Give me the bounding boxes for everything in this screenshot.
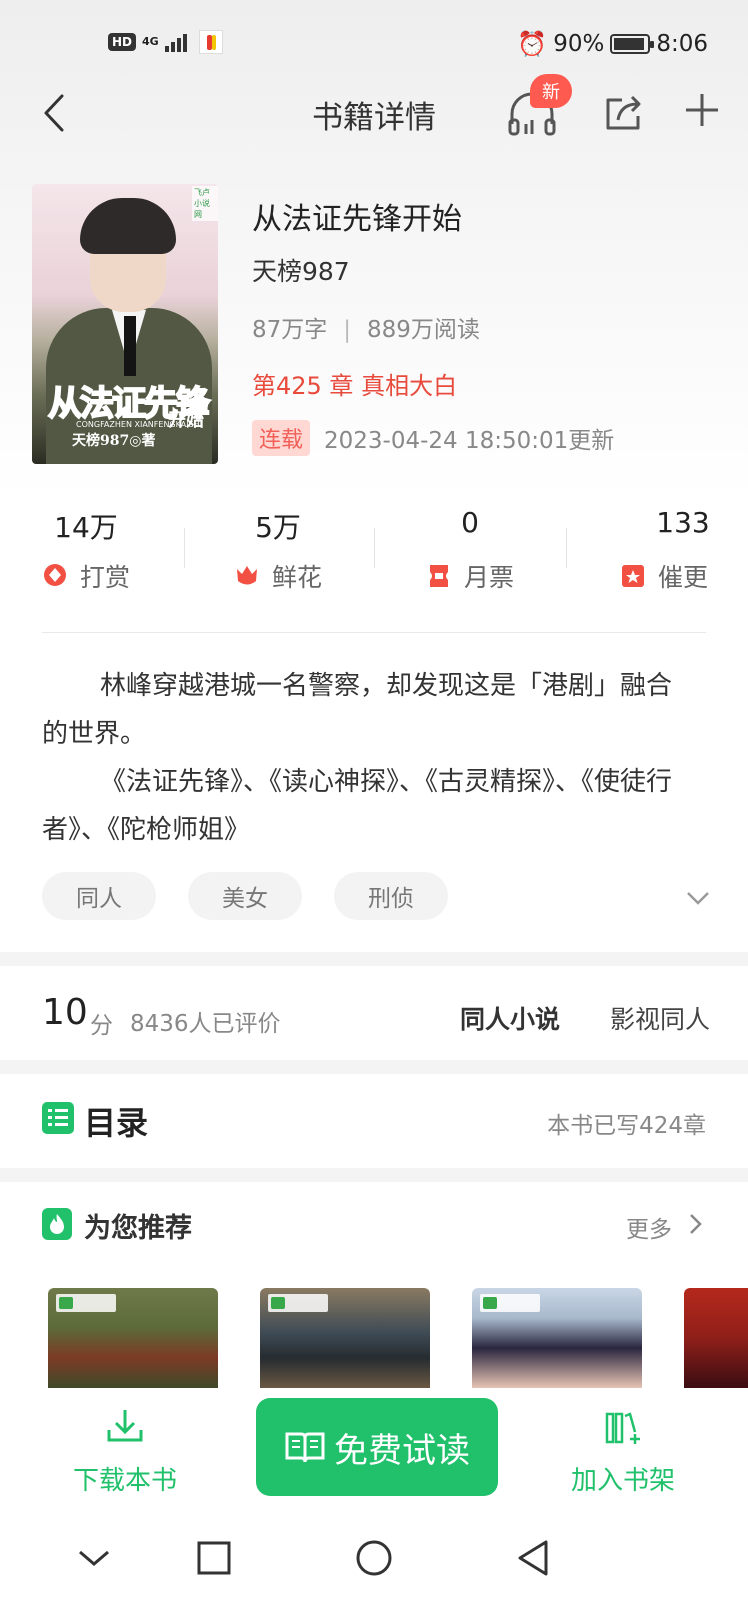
tag-item[interactable]: 同人 xyxy=(42,872,156,920)
word-count: 87万字 xyxy=(252,317,328,343)
status-bar: HD 4G ⏰ 90% 8:06 xyxy=(0,22,748,66)
signal-icon xyxy=(164,32,187,52)
section-divider xyxy=(0,952,748,966)
latest-chapter-link[interactable]: 第425 章 真相大白 xyxy=(252,366,457,401)
publisher-logo xyxy=(56,1294,116,1312)
tag-item[interactable]: 美女 xyxy=(188,872,302,920)
book-open-icon xyxy=(285,1432,325,1463)
publisher-logo xyxy=(480,1294,540,1312)
list-icon xyxy=(42,1102,74,1134)
app-header: 书籍详情 新 xyxy=(0,74,748,148)
publisher-logo xyxy=(268,1294,328,1312)
stat-value: 0 xyxy=(461,506,479,539)
nav-recents-icon[interactable] xyxy=(192,1536,236,1580)
reward-icon xyxy=(43,564,66,586)
expand-button[interactable] xyxy=(684,888,712,908)
new-badge: 新 xyxy=(530,74,572,108)
category-link[interactable]: 同人小说 xyxy=(460,1000,560,1036)
stats-row: 14万 打赏 5万 鲜花 0 月票 133 催更 xyxy=(0,506,748,606)
flower-icon xyxy=(236,566,257,585)
stat-label: 催更 xyxy=(657,563,708,592)
more-link[interactable]: 更多 xyxy=(626,1210,672,1244)
category-link[interactable]: 影视同人 xyxy=(610,1000,710,1036)
book-stats: 87万字 | 889万阅读 xyxy=(252,310,480,344)
battery-icon xyxy=(610,34,655,54)
chevron-right-icon[interactable] xyxy=(688,1210,704,1238)
synopsis-paragraph: 林峰穿越港城一名警察，却发现这是「港剧」融合的世界。 xyxy=(42,671,673,749)
book-title: 从法证先锋开始 xyxy=(252,202,462,237)
add-shelf-button[interactable]: 加入书架 xyxy=(560,1406,686,1506)
update-info: 连载 2023-04-24 18:50:01更新 xyxy=(252,420,614,456)
stat-urge[interactable]: 133 催更 xyxy=(594,506,734,594)
app-notification-icon xyxy=(198,30,223,54)
recommended-book[interactable] xyxy=(260,1288,430,1388)
catalog-title: 目录 xyxy=(84,1104,149,1142)
stat-flower[interactable]: 5万 鲜花 xyxy=(208,506,348,594)
stats-separator: | xyxy=(343,317,352,343)
add-shelf-label: 加入书架 xyxy=(570,1466,675,1496)
section-divider xyxy=(0,1060,748,1074)
stat-label: 打赏 xyxy=(79,563,130,592)
urge-icon xyxy=(621,565,644,587)
free-read-button[interactable]: 免费试读 xyxy=(256,1398,498,1496)
download-icon xyxy=(107,1410,143,1442)
chevron-down-icon xyxy=(687,892,709,905)
synopsis[interactable]: 林峰穿越港城一名警察，却发现这是「港剧」融合的世界。 《法证先锋》、《读心神探》… xyxy=(42,662,682,854)
book-author[interactable]: 天榜987 xyxy=(252,252,350,288)
stat-reward[interactable]: 14万 打赏 xyxy=(16,506,156,594)
divider xyxy=(42,632,706,633)
rating-unit: 分 xyxy=(90,1013,113,1039)
tag-list: 同人 美女 刑侦 xyxy=(42,872,448,920)
alarm-icon: ⏰ xyxy=(517,30,548,58)
section-divider xyxy=(0,1168,748,1182)
flame-icon xyxy=(42,1208,72,1240)
battery-percent: 90% xyxy=(553,31,605,57)
download-label: 下载本书 xyxy=(72,1466,177,1496)
nav-home-icon[interactable] xyxy=(352,1536,396,1580)
catalog-row[interactable]: 目录 本书已写424章 xyxy=(0,1076,748,1168)
download-button[interactable]: 下载本书 xyxy=(62,1406,188,1506)
stat-value: 14万 xyxy=(54,511,118,544)
stat-value: 133 xyxy=(656,506,710,539)
recommend-title: 为您推荐 xyxy=(84,1213,192,1244)
read-count: 889万阅读 xyxy=(367,317,480,343)
rating-count[interactable]: 8436人已评价 xyxy=(130,1004,281,1038)
rating-score: 10 xyxy=(42,992,88,1033)
nav-hide-icon[interactable] xyxy=(72,1536,116,1580)
network-type: 4G xyxy=(142,35,159,48)
clock: 8:06 xyxy=(656,31,708,57)
cover-author: 天榜987◎著 xyxy=(72,433,156,449)
add-button[interactable] xyxy=(682,90,722,130)
ticket-icon xyxy=(429,565,448,587)
rating-row: 10 分 8436人已评价 同人小说 影视同人 xyxy=(0,980,748,1056)
bookshelf-add-icon xyxy=(605,1412,640,1444)
recommended-book[interactable] xyxy=(472,1288,642,1388)
status-badge: 连载 xyxy=(252,420,311,456)
cover-pinyin: CONGFAZHEN XIANFENGKAISHI xyxy=(76,420,203,429)
free-read-label: 免费试读 xyxy=(334,1430,470,1471)
recommend-header: 为您推荐 更多 xyxy=(0,1196,748,1252)
synopsis-paragraph: 《法证先锋》、《读心神探》、《古灵精探》、《使徒行者》、《陀枪师姐》 xyxy=(42,767,673,845)
recommended-book[interactable] xyxy=(684,1288,748,1388)
publisher-logo: 飞卢小说网 xyxy=(192,186,218,221)
stat-label: 鲜花 xyxy=(271,563,322,592)
chapter-count: 本书已写424章 xyxy=(547,1113,706,1139)
system-nav-bar xyxy=(0,1526,748,1600)
bottom-action-bar: 下载本书 免费试读 加入书架 xyxy=(0,1388,748,1522)
hd-badge: HD xyxy=(108,33,137,51)
tag-item[interactable]: 刑侦 xyxy=(334,872,448,920)
plus-icon xyxy=(686,94,718,126)
update-time: 2023-04-24 18:50:01更新 xyxy=(324,428,615,454)
share-button[interactable] xyxy=(604,92,644,132)
share-icon xyxy=(606,95,641,130)
stat-ticket[interactable]: 0 月票 xyxy=(400,506,540,594)
stat-label: 月票 xyxy=(463,563,514,592)
book-cover[interactable]: 飞卢小说网 从法证先锋 开始 CONGFAZHEN XIANFENGKAISHI… xyxy=(32,184,218,464)
nav-back-icon[interactable] xyxy=(512,1536,556,1580)
stat-value: 5万 xyxy=(255,511,301,544)
recommended-book[interactable] xyxy=(48,1288,218,1388)
